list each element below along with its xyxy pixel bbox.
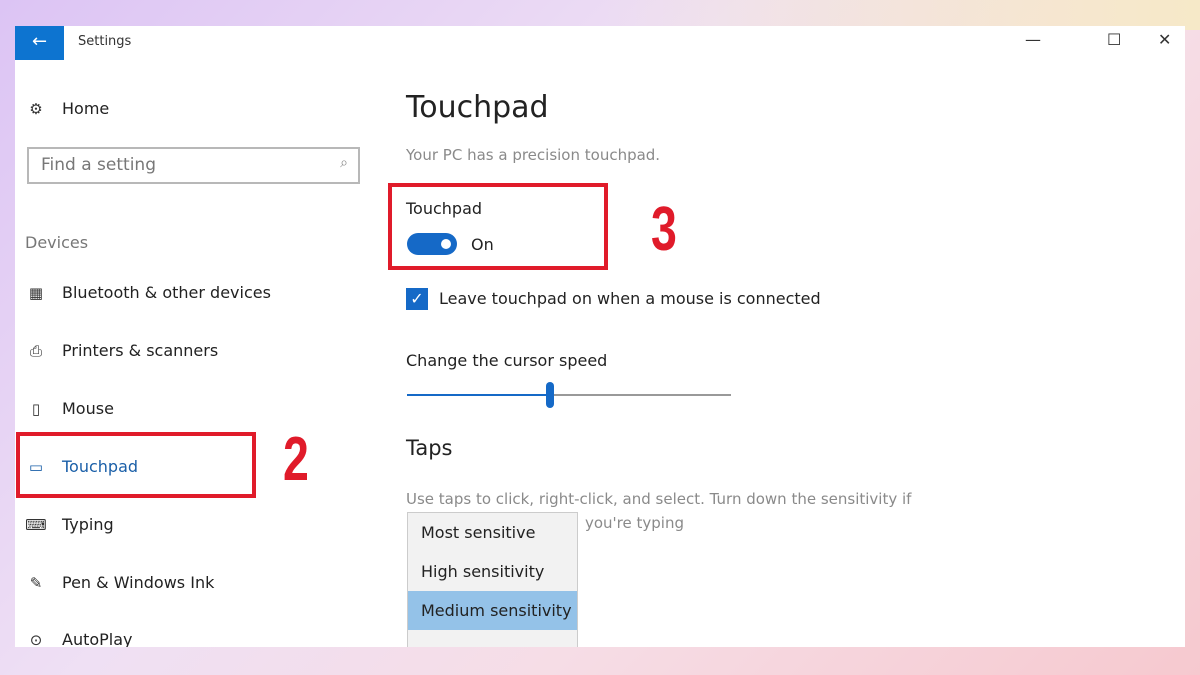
touchpad-toggle[interactable] (407, 233, 457, 255)
toggle-state: On (471, 235, 494, 254)
highlight-box-touchpad (16, 432, 256, 498)
sidebar-item-mouse[interactable]: ▯ Mouse (25, 399, 114, 418)
section-devices: Devices (25, 233, 89, 252)
slider-thumb[interactable] (545, 382, 554, 408)
option-high-sensitivity[interactable]: High sensitivity (408, 552, 577, 591)
sidebar-item-label: Printers & scanners (62, 341, 219, 360)
highlight-box-toggle (388, 183, 608, 270)
toggle-label: Touchpad (406, 199, 483, 218)
cursor-speed-label: Change the cursor speed (406, 351, 608, 370)
printer-icon: ⎙ (29, 341, 42, 360)
taps-heading: Taps (406, 436, 453, 460)
home-label: Home (62, 99, 110, 118)
option-most-sensitive[interactable]: Most sensitive (408, 513, 577, 552)
taps-description-line1: Use taps to click, right-click, and sele… (406, 490, 912, 508)
close-button[interactable]: ✕ (1158, 30, 1171, 49)
search-input[interactable]: Find a setting ⌕ (27, 147, 360, 184)
leave-touchpad-on-checkbox[interactable]: ✓ (406, 288, 428, 310)
autoplay-icon: ⊙ (29, 630, 43, 648)
minimize-button[interactable]: — (1025, 30, 1041, 49)
taps-description-line2: you're typing (585, 514, 684, 532)
page-title: Touchpad (406, 90, 549, 125)
slider-fill (407, 394, 550, 396)
keyboard-icon: ⌨ (25, 515, 47, 534)
bluetooth-devices-icon: ▦ (28, 283, 44, 302)
sidebar-item-label: AutoPlay (62, 630, 133, 647)
gear-icon: ⚙ (29, 99, 43, 118)
step-number-2: 2 (283, 425, 309, 494)
checkmark-icon: ✓ (410, 289, 424, 308)
search-icon: ⌕ (340, 155, 348, 171)
sidebar-item-printers[interactable]: ⎙ Printers & scanners (25, 341, 218, 360)
maximize-button[interactable]: ☐ (1107, 30, 1121, 49)
sidebar-item-pen[interactable]: ✎ Pen & Windows Ink (25, 573, 215, 592)
sensitivity-dropdown[interactable]: Most sensitive High sensitivity Medium s… (407, 512, 578, 647)
arrow-left-icon: ← (31, 31, 48, 52)
pen-icon: ✎ (29, 573, 43, 592)
sidebar-home[interactable]: ⚙ Home (25, 99, 109, 118)
mouse-icon: ▯ (31, 399, 41, 418)
page-subtitle: Your PC has a precision touchpad. (406, 146, 661, 164)
window-title: Settings (78, 34, 132, 49)
sidebar-item-label: Bluetooth & other devices (62, 283, 271, 302)
sidebar-item-label: Mouse (62, 399, 114, 418)
sidebar-item-label: Typing (62, 515, 114, 534)
back-button[interactable]: ← (15, 26, 64, 60)
sidebar-item-autoplay[interactable]: ⊙ AutoPlay (25, 630, 133, 647)
step-number-3: 3 (651, 195, 677, 264)
cursor-speed-slider[interactable] (407, 382, 731, 408)
option-medium-sensitivity[interactable]: Medium sensitivity (408, 591, 577, 630)
settings-window: ← Settings — ☐ ✕ ⚙ Home Find a setting ⌕ D… (15, 26, 1185, 647)
checkbox-label: Leave touchpad on when a mouse is connec… (439, 289, 821, 308)
search-placeholder: Find a setting (41, 155, 156, 175)
sidebar-item-label: Pen & Windows Ink (62, 573, 215, 592)
sidebar-item-typing[interactable]: ⌨ Typing (25, 515, 114, 534)
sidebar-item-bluetooth[interactable]: ▦ Bluetooth & other devices (25, 283, 271, 302)
